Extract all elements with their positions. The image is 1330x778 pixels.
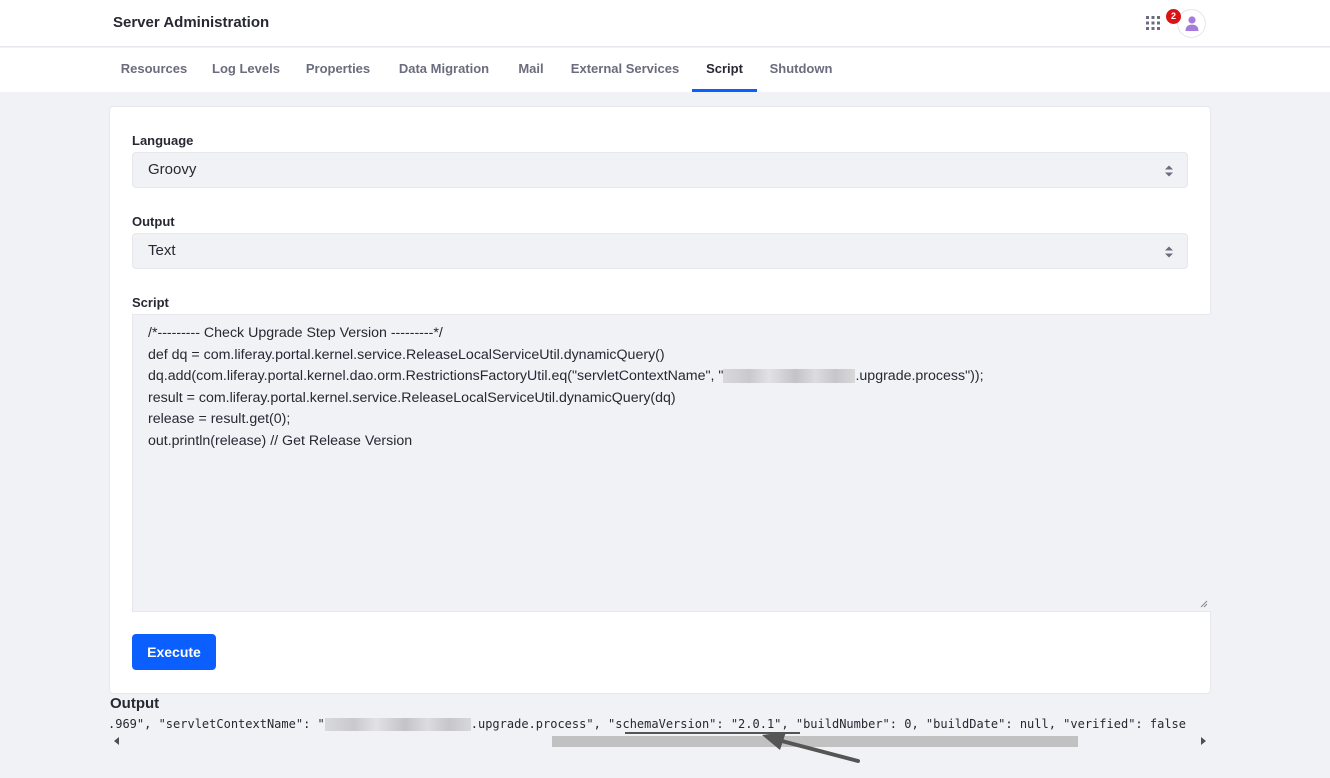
tab-resources[interactable]: Resources [110, 48, 198, 92]
script-line: out.println(release) // Get Release Vers… [148, 432, 413, 449]
script-line: result = com.liferay.portal.kernel.servi… [148, 389, 676, 406]
redacted-text [324, 718, 471, 731]
output-text-part: .upgrade.process", "schemaVersion": "2.0… [470, 717, 1186, 731]
scroll-right-icon[interactable] [1199, 737, 1207, 745]
tab-log-levels[interactable]: Log Levels [202, 48, 290, 92]
annotation-arrow-icon [762, 732, 860, 763]
page-title: Server Administration [113, 14, 270, 31]
select-caret-icon [1165, 165, 1173, 177]
redacted-text [723, 369, 856, 384]
output-format-label: Output [132, 214, 175, 229]
tab-bar: Resources Log Levels Properties Data Mig… [0, 48, 1330, 92]
resize-grip-icon[interactable] [1200, 600, 1208, 608]
script-line: def dq = com.liferay.portal.kernel.servi… [148, 346, 665, 363]
execute-button[interactable]: Execute [132, 634, 216, 670]
notification-badge[interactable]: 2 [1166, 9, 1181, 24]
script-line: release = result.get(0); [148, 411, 291, 428]
script-line-part: .upgrade.process")); [855, 368, 984, 385]
scroll-left-icon[interactable] [113, 737, 121, 745]
output-title: Output [110, 695, 160, 712]
script-form-card: Language Groovy Output Text Script /*---… [109, 106, 1211, 694]
user-avatar-icon [1185, 16, 1199, 31]
language-label: Language [132, 133, 194, 148]
language-select[interactable]: Groovy [132, 152, 1188, 188]
user-avatar[interactable] [1177, 9, 1206, 38]
output-format-select-value: Text [148, 242, 176, 259]
output-horizontal-scrollbar[interactable] [110, 734, 1211, 748]
output-text-part: .969", "servletContextName": " [110, 717, 325, 731]
apps-grid-icon[interactable] [1145, 15, 1161, 31]
script-line: /*--------- Check Upgrade Step Version -… [148, 325, 443, 341]
tab-script[interactable]: Script [692, 48, 757, 92]
output-text: .969", "servletContextName": " .upgrade.p… [110, 715, 1211, 733]
tab-shutdown[interactable]: Shutdown [760, 48, 842, 92]
top-navigation-bar: Server Administration 2 [0, 0, 1330, 47]
tab-external-services[interactable]: External Services [560, 48, 690, 92]
script-textarea[interactable]: /*--------- Check Upgrade Step Version -… [132, 314, 1211, 612]
script-line: dq.add(com.liferay.portal.kernel.dao.orm… [148, 366, 1196, 388]
language-select-value: Groovy [148, 161, 197, 178]
tab-properties[interactable]: Properties [294, 48, 382, 92]
output-format-select[interactable]: Text [132, 233, 1188, 269]
tab-data-migration[interactable]: Data Migration [386, 48, 502, 92]
script-line-part: dq.add(com.liferay.portal.kernel.dao.orm… [148, 368, 724, 385]
script-label: Script [132, 295, 169, 310]
tab-mail[interactable]: Mail [506, 48, 556, 92]
select-caret-icon [1165, 246, 1173, 258]
